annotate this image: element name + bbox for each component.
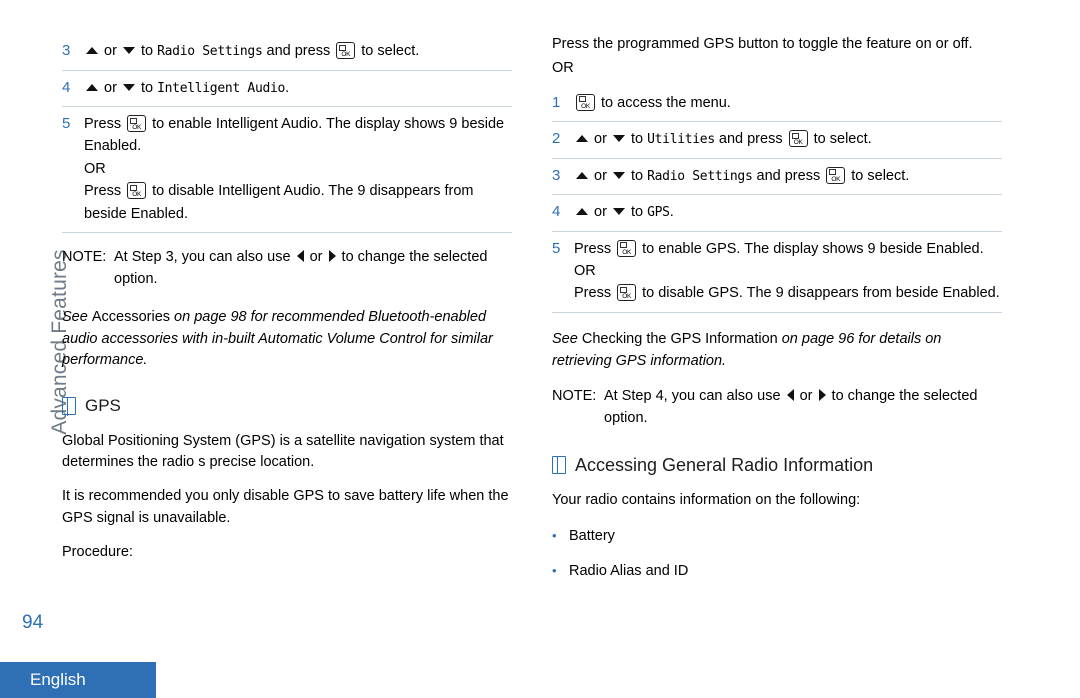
right-steps-list: 1 to access the menu.2 or to Utilities a… xyxy=(552,86,1002,313)
step-body: or to Radio Settings and press to select… xyxy=(84,40,512,62)
bullet-list: • Battery • Radio Alias and ID xyxy=(552,526,1002,582)
bullet-icon: • xyxy=(552,562,557,578)
arrow-down-icon xyxy=(122,47,135,54)
list-item-label: Battery xyxy=(569,527,615,544)
procedure-step: 3 or to Radio Settings and press to sele… xyxy=(62,34,512,71)
step-body: Press to enable GPS. The display shows 9… xyxy=(574,238,1002,305)
menu-ok-key-icon xyxy=(576,93,595,111)
bullet-icon: • xyxy=(552,527,557,543)
menu-ok-key-icon xyxy=(788,130,808,147)
menu-item-text: Radio Settings xyxy=(647,168,753,184)
step-body: or to Utilities and press to select. xyxy=(574,128,1002,150)
menu-item-text: GPS xyxy=(647,205,670,220)
menu-ok-key-icon xyxy=(127,182,147,200)
procedure-label: Procedure: xyxy=(62,543,133,560)
left-note-body: At Step 3, you can also use or to change… xyxy=(114,249,488,288)
right-xref-title: Checking the GPS Information xyxy=(581,330,778,347)
arrow-down-icon xyxy=(612,208,625,215)
left-column: 3 or to Radio Settings and press to sele… xyxy=(62,34,512,563)
accessing-general-radio-information-heading: Accessing General Radio Information xyxy=(552,452,1002,478)
step-number: 1 xyxy=(552,93,561,111)
right-note: NOTE: At Step 4, you can also use or to … xyxy=(552,386,1002,430)
menu-item-text: Intelligent Audio xyxy=(157,80,286,96)
section-intro: Your radio contains information on the f… xyxy=(552,492,861,508)
page-number: 94 xyxy=(22,612,44,633)
menu-ok-key-icon xyxy=(127,115,147,132)
arrow-up-icon xyxy=(86,47,98,54)
arrow-up-icon xyxy=(86,83,98,91)
left-note-label: NOTE: xyxy=(62,249,107,266)
right-note-label: NOTE: xyxy=(552,388,597,405)
procedure-step: 4 or to Intelligent Audio. xyxy=(62,71,512,107)
step-body: or to Radio Settings and press to select… xyxy=(574,165,1002,187)
right-xref-lead: See xyxy=(552,330,578,347)
procedure-step: 5 Press to enable GPS. The display shows … xyxy=(552,232,1002,313)
step-number: 5 xyxy=(62,115,71,132)
procedure-step: 2 or to Utilities and press to select. xyxy=(552,122,1002,159)
language-tab-label: English xyxy=(30,670,86,689)
menu-item-text: Utilities xyxy=(647,132,715,147)
arrow-right-icon xyxy=(818,389,826,402)
right-cross-reference: See Checking the GPS Information on page… xyxy=(552,329,1002,373)
arrow-up-icon xyxy=(576,208,588,215)
gps-paragraph-2: It is recommended you only disable GPS t… xyxy=(62,488,509,526)
manual-page: Advanced Features 94 English 3 or to Rad… xyxy=(0,0,1080,698)
left-note: NOTE: At Step 3, you can also use or to … xyxy=(62,247,512,291)
right-column: Press the programmed GPS button to toggl… xyxy=(552,34,1002,582)
arrow-right-icon xyxy=(328,250,336,263)
procedure-step: 3 or to Radio Settings and press to sele… xyxy=(552,159,1002,195)
step-body: or to Intelligent Audio. xyxy=(84,77,512,99)
menu-ok-key-icon xyxy=(826,166,846,184)
or-separator: OR xyxy=(552,59,574,76)
menu-item-text: Radio Settings xyxy=(157,44,263,59)
arrow-down-icon xyxy=(612,135,625,142)
menu-ok-key-icon xyxy=(617,284,637,302)
procedure-step: 5 Press to enable Intelligent Audio. The … xyxy=(62,107,512,234)
left-cross-reference: See Accessories on page 98 for recommend… xyxy=(62,307,512,372)
step-number: 5 xyxy=(552,239,561,257)
step-number: 4 xyxy=(552,203,561,220)
book-icon xyxy=(62,397,76,416)
step-body: or to GPS. xyxy=(574,201,1002,223)
arrow-left-icon xyxy=(296,250,304,263)
step-body: to access the menu. xyxy=(574,92,1002,114)
gps-paragraph-1: Global Positioning System (GPS) is a sat… xyxy=(62,432,504,471)
list-item: • Radio Alias and ID xyxy=(552,561,1002,582)
step-number: 2 xyxy=(552,130,561,147)
book-icon xyxy=(552,455,566,475)
arrow-down-icon xyxy=(122,83,135,91)
section-heading-text: Accessing General Radio Information xyxy=(575,454,874,475)
procedure-step: 1 to access the menu. xyxy=(552,86,1002,122)
gps-heading-text: GPS xyxy=(85,396,121,416)
right-note-body: At Step 4, you can also use or to change… xyxy=(604,388,978,427)
arrow-up-icon xyxy=(576,135,588,142)
language-tab: English xyxy=(0,662,156,698)
left-steps-list: 3 or to Radio Settings and press to sele… xyxy=(62,34,512,234)
list-item: • Battery xyxy=(552,526,1002,547)
gps-button-intro: Press the programmed GPS button to toggl… xyxy=(552,36,973,52)
gps-heading: GPS xyxy=(62,394,512,419)
left-xref-title: Accessories xyxy=(91,308,171,325)
menu-ok-key-icon xyxy=(617,239,637,257)
step-number: 3 xyxy=(552,166,561,184)
arrow-left-icon xyxy=(786,389,794,402)
list-item-label: Radio Alias and ID xyxy=(569,562,689,579)
menu-ok-key-icon xyxy=(336,42,356,59)
arrow-up-icon xyxy=(576,171,588,179)
arrow-down-icon xyxy=(612,171,625,179)
step-number: 4 xyxy=(62,78,71,96)
step-body: Press to enable Intelligent Audio. The d… xyxy=(84,113,512,225)
left-xref-lead: See xyxy=(62,308,88,325)
step-number: 3 xyxy=(62,42,71,59)
procedure-step: 4 or to GPS. xyxy=(552,195,1002,232)
